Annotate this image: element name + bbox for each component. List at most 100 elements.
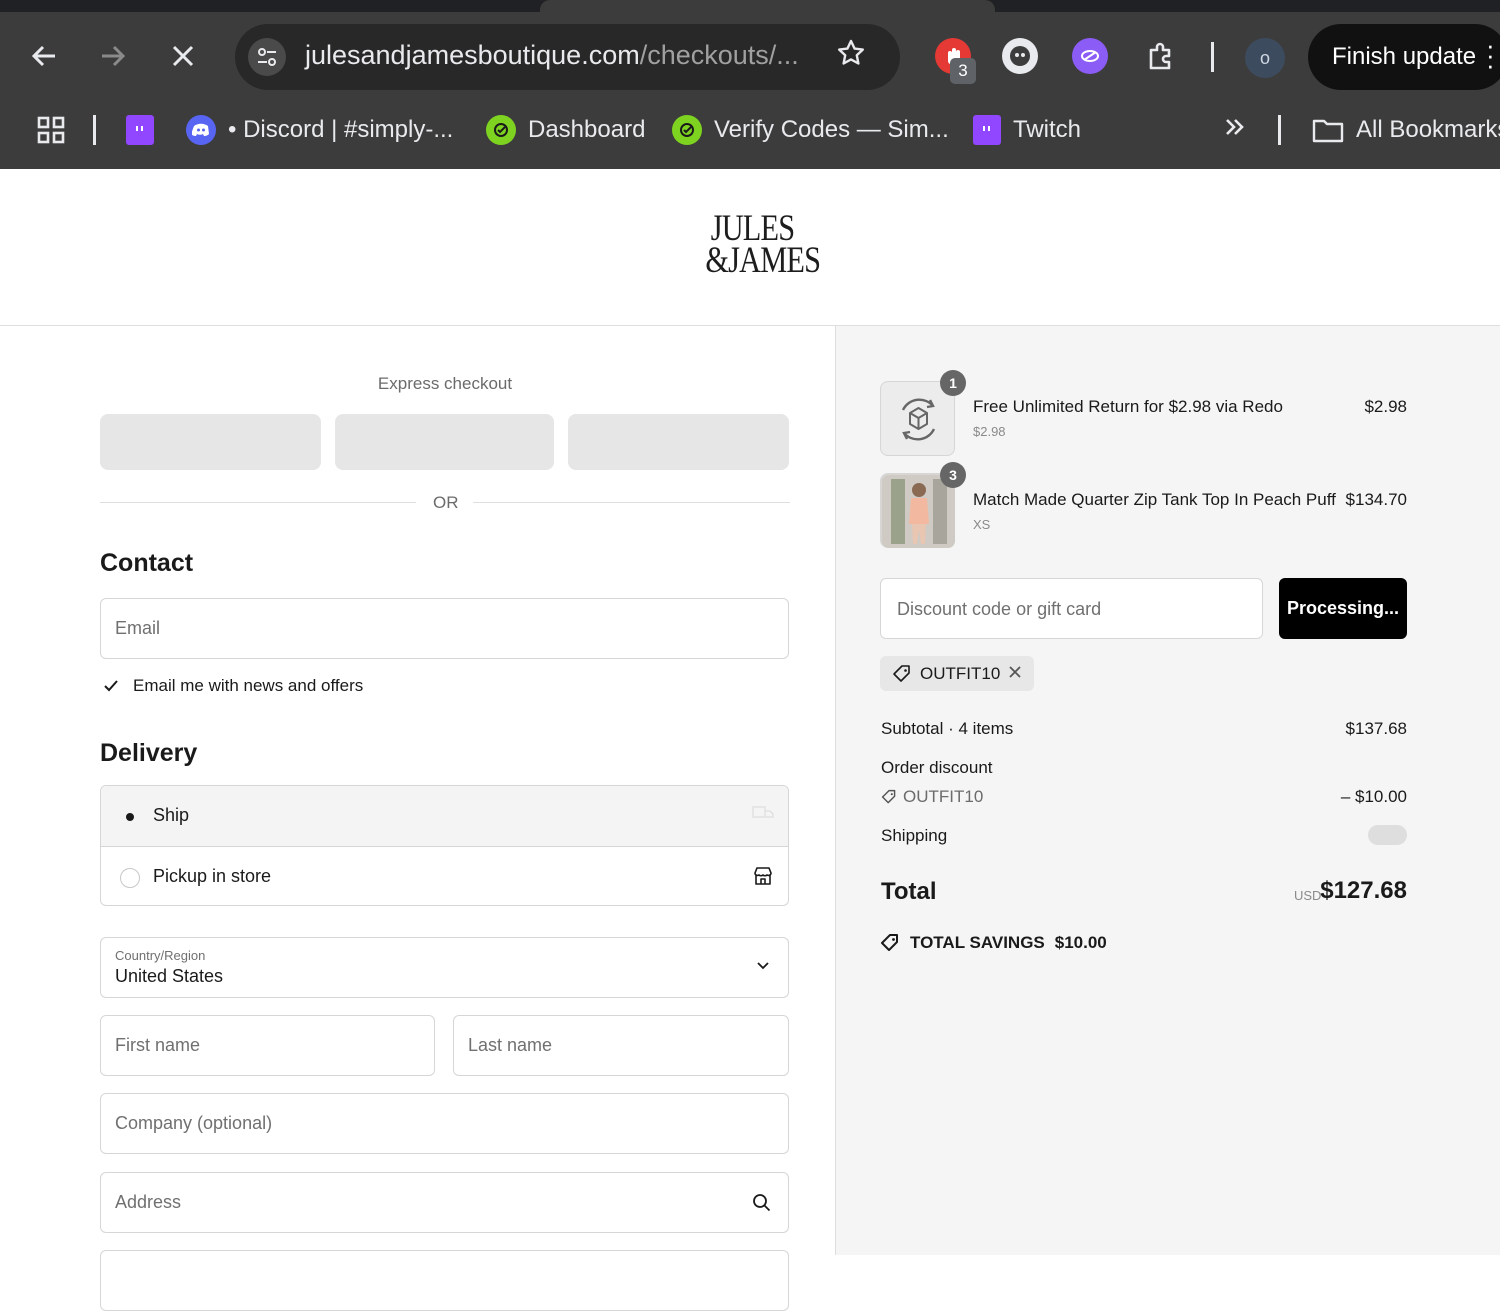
twitch-icon xyxy=(973,115,1001,145)
express-pay-button-3[interactable] xyxy=(568,414,789,470)
discount-placeholder: Discount code or gift card xyxy=(897,599,1102,619)
email-field[interactable]: Email xyxy=(100,598,789,659)
apps-grid-icon[interactable] xyxy=(36,108,66,152)
shipping-label: Shipping xyxy=(881,826,948,845)
first-name-field[interactable]: First name xyxy=(100,1015,435,1076)
verify-icon xyxy=(486,115,516,145)
ship-label: Ship xyxy=(153,805,190,825)
email-placeholder: Email xyxy=(115,618,161,638)
puzzle-extensions-icon[interactable] xyxy=(1143,38,1179,74)
logo-line-2: &JAMES xyxy=(705,240,821,281)
tag-icon xyxy=(881,934,898,951)
remove-discount-close-icon[interactable] xyxy=(1008,664,1022,684)
company-field[interactable]: Company (optional) xyxy=(100,1093,789,1154)
applied-code: OUTFIT10 xyxy=(920,663,1001,683)
applied-discount-chip: OUTFIT10 xyxy=(880,656,1035,691)
extension-badge: 3 xyxy=(950,58,976,84)
store-icon xyxy=(752,865,774,892)
delivery-option-pickup[interactable]: Pickup in store xyxy=(101,846,788,905)
bookmark-twitch-2[interactable]: Twitch xyxy=(973,108,1081,152)
item-name: Match Made Quarter Zip Tank Top In Peach… xyxy=(973,490,1336,509)
discount-code-row: OUTFIT10 xyxy=(881,787,983,807)
total-currency: USD xyxy=(1294,888,1322,903)
back-button[interactable] xyxy=(24,36,64,76)
truck-icon xyxy=(752,804,774,827)
site-settings-icon[interactable] xyxy=(248,38,286,76)
bookmark-twitch-1[interactable] xyxy=(126,108,166,152)
all-bookmarks-label: All Bookmarks xyxy=(1356,116,1500,143)
bookmark-label: Twitch xyxy=(1013,116,1082,143)
item-price: $134.70 xyxy=(1345,490,1407,509)
subtotal-value: $137.68 xyxy=(1345,719,1407,738)
bookmark-label: • Discord | #simply-... xyxy=(228,116,454,143)
pickup-label: Pickup in store xyxy=(153,866,272,886)
bookmark-discord[interactable]: • Discord | #simply-... xyxy=(186,108,453,152)
forward-button[interactable] xyxy=(93,36,133,76)
bookmarks-bar: • Discord | #simply-... Dashboard Verify… xyxy=(0,108,1500,152)
quantity-badge: 3 xyxy=(940,462,966,488)
bookmark-dashboard[interactable]: Dashboard xyxy=(486,108,645,152)
item-thumbnail-tank-top: 3 xyxy=(880,462,966,548)
menu-kebab-icon[interactable]: · · · xyxy=(1486,32,1495,78)
chevron-down-icon xyxy=(756,958,770,977)
tag-icon xyxy=(881,789,896,804)
ghost-extension-icon[interactable] xyxy=(1002,38,1038,74)
country-region-select[interactable]: Country/Region United States xyxy=(100,937,789,998)
next-field[interactable] xyxy=(100,1250,789,1311)
order-discount-label: Order discount xyxy=(881,758,993,777)
bookmarks-overflow-chevron-icon[interactable] xyxy=(1222,114,1248,147)
subtotal-label: Subtotal · 4 items xyxy=(881,719,1014,738)
email-opt-in-label: Email me with news and offers xyxy=(133,676,364,695)
bookmark-star-icon[interactable] xyxy=(836,38,866,76)
url-text[interactable]: julesandjamesboutique.com/checkouts/... xyxy=(305,40,799,71)
express-checkout-title: Express checkout xyxy=(377,374,513,393)
bookmarks-divider xyxy=(93,115,96,145)
active-tab[interactable] xyxy=(540,0,995,12)
store-logo[interactable]: JULES &JAMES xyxy=(705,210,821,281)
finish-update-button[interactable]: Finish update xyxy=(1308,24,1500,90)
twitch-icon xyxy=(126,115,154,145)
last-name-field[interactable]: Last name xyxy=(453,1015,789,1076)
pickup-radio[interactable] xyxy=(120,868,140,888)
delivery-title: Delivery xyxy=(100,739,198,767)
discount-code-input[interactable]: Discount code or gift card xyxy=(880,578,1263,639)
contact-title: Contact xyxy=(100,549,194,577)
email-opt-in-checkbox[interactable]: Email me with news and offers xyxy=(103,676,363,696)
bookmark-label: Dashboard xyxy=(528,116,646,143)
express-pay-button-2[interactable] xyxy=(335,414,554,470)
item-name: Free Unlimited Return for $2.98 via Redo xyxy=(973,397,1283,416)
total-value: $127.68 xyxy=(1320,877,1407,904)
discount-value: – $10.00 xyxy=(1340,787,1407,806)
toolbar-divider xyxy=(1211,42,1214,72)
profile-avatar[interactable]: o xyxy=(1245,38,1285,78)
last-name-placeholder: Last name xyxy=(468,1035,553,1055)
or-text: OR xyxy=(433,493,459,512)
total-savings: TOTAL SAVINGS $10.00 xyxy=(880,933,1107,953)
arrow-right-icon xyxy=(102,45,126,67)
checkmark-icon xyxy=(104,680,118,692)
country-label: Country/Region xyxy=(115,948,206,963)
bookmarks-divider xyxy=(1278,115,1281,145)
express-pay-button-1[interactable] xyxy=(100,414,321,470)
savings-label: TOTAL SAVINGS xyxy=(910,933,1045,952)
close-icon xyxy=(172,45,194,67)
bookmark-verify-codes[interactable]: Verify Codes — Sim... xyxy=(672,108,949,152)
purple-extension-icon[interactable] xyxy=(1072,38,1108,74)
search-icon xyxy=(752,1193,772,1218)
apply-discount-button[interactable]: Processing... xyxy=(1279,578,1407,639)
tag-icon xyxy=(893,664,910,682)
tab-strip xyxy=(0,0,1500,12)
item-subtitle: $2.98 xyxy=(973,424,1006,439)
company-placeholder: Company (optional) xyxy=(115,1113,273,1133)
verify-icon xyxy=(672,115,702,145)
discord-icon xyxy=(186,115,216,145)
stop-loading-button[interactable] xyxy=(163,36,203,76)
ship-radio[interactable] xyxy=(120,807,140,827)
all-bookmarks-folder[interactable]: All Bookmarks xyxy=(1312,108,1500,152)
address-placeholder: Address xyxy=(115,1192,182,1212)
delivery-option-ship[interactable]: Ship xyxy=(101,786,788,846)
savings-value: $10.00 xyxy=(1054,933,1107,952)
address-field[interactable]: Address xyxy=(100,1172,789,1233)
delivery-method-group: Ship Pickup in store xyxy=(100,785,789,906)
total-label: Total xyxy=(881,878,937,905)
